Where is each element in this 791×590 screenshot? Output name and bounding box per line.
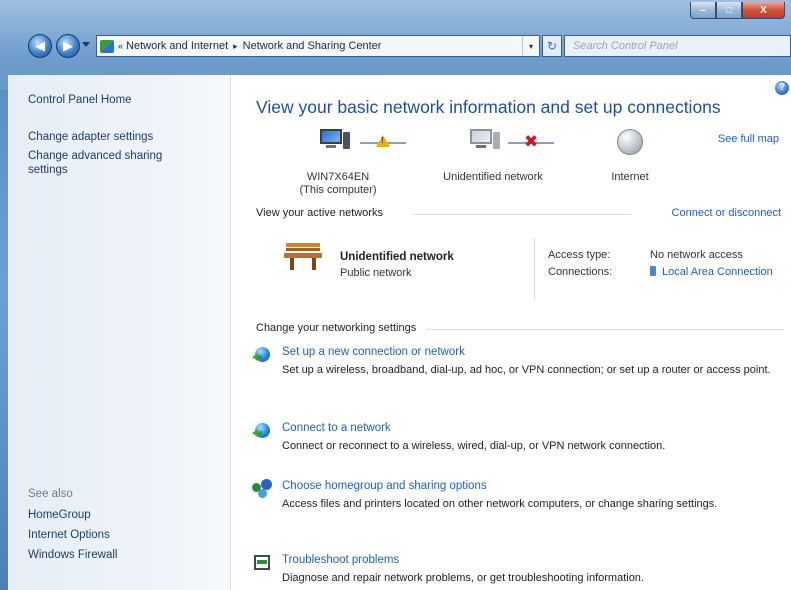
see-full-map-link[interactable]: See full map (718, 133, 779, 145)
internet-label: Internet (611, 171, 649, 183)
set-up-new-connection-link[interactable]: Set up a new connection or network (282, 345, 782, 360)
internet-options-link[interactable]: Internet Options (28, 528, 208, 542)
active-networks-heading: View your active networks (256, 207, 383, 219)
access-type-label: Access type: (548, 249, 611, 261)
see-also-heading: See also (28, 488, 73, 500)
networking-settings-heading: Change your networking settings (256, 322, 417, 334)
minimize-button[interactable]: – (690, 2, 716, 19)
connect-to-network-link[interactable]: Connect to a network (282, 421, 782, 436)
recent-pages-dropdown[interactable] (82, 42, 90, 47)
main-pane: ? View your basic network information an… (230, 75, 791, 590)
section-divider (412, 214, 632, 215)
control-panel-icon (100, 39, 114, 53)
back-button[interactable]: ◀ (28, 34, 52, 58)
task-description: Diagnose and repair network problems, or… (282, 572, 644, 584)
refresh-button[interactable]: ↻ (542, 35, 562, 57)
window-edge (0, 90, 8, 590)
homegroup-icon (252, 479, 274, 499)
address-bar[interactable]: « Network and Internet ▸ Network and Sha… (96, 35, 540, 57)
warning-mark: ! (381, 136, 384, 145)
computer-sub: (This computer) (299, 184, 377, 196)
window-controls: – □ X (690, 2, 785, 20)
task-new-connection: Set up a new connection or network Set u… (252, 345, 782, 378)
network-map: ! ✖ WIN7X64EN (This computer) Unidentifi… (256, 123, 791, 196)
task-troubleshoot: Troubleshoot problems Diagnose and repai… (254, 553, 782, 586)
forward-button[interactable]: ▶ (56, 34, 80, 58)
local-area-connection-link[interactable]: Local Area Connection (662, 266, 773, 278)
homegroup-sharing-options-link[interactable]: Choose homegroup and sharing options (282, 479, 782, 494)
window-frame: – □ X ◀ ▶ « Network and Internet ▸ Netwo… (0, 0, 791, 590)
address-dropdown-button[interactable]: ▾ (522, 36, 539, 56)
task-description: Connect or reconnect to a wireless, wire… (282, 440, 666, 452)
breadcrumb-network-and-internet[interactable]: Network and Internet (126, 40, 228, 52)
section-divider (426, 329, 784, 330)
troubleshoot-icon (252, 553, 274, 573)
windows-firewall-link[interactable]: Windows Firewall (28, 548, 208, 562)
homegroup-link[interactable]: HomeGroup (28, 508, 208, 522)
task-homegroup: Choose homegroup and sharing options Acc… (252, 479, 782, 512)
computer-name: WIN7X64EN (306, 171, 370, 183)
network-name: Unidentified network (340, 251, 454, 263)
access-type-value: No network access (650, 249, 743, 261)
task-description: Access files and printers located on oth… (282, 498, 718, 510)
close-button[interactable]: X (742, 2, 785, 19)
network-location-type[interactable]: Public network (340, 267, 412, 279)
network-divider (534, 238, 535, 300)
content-area: Control Panel Home Change adapter settin… (8, 75, 791, 590)
network-label: Unidentified network (443, 171, 543, 183)
navigation-bar: ◀ ▶ « Network and Internet ▸ Network and… (20, 34, 791, 60)
maximize-button[interactable]: □ (716, 2, 742, 19)
change-adapter-settings-link[interactable]: Change adapter settings (28, 130, 208, 144)
breadcrumb-network-and-sharing-center[interactable]: Network and Sharing Center (243, 40, 382, 52)
connections-value[interactable]: Local Area Connection (650, 266, 773, 278)
connect-network-icon (252, 421, 274, 441)
connections-label: Connections: (548, 266, 613, 278)
change-advanced-sharing-link[interactable]: Change advanced sharing settings (28, 149, 188, 177)
control-panel-home-link[interactable]: Control Panel Home (28, 93, 208, 107)
computer-icon[interactable] (318, 129, 350, 155)
task-description: Set up a wireless, broadband, dial-up, a… (282, 364, 771, 376)
connect-or-disconnect-link[interactable]: Connect or disconnect (672, 207, 781, 219)
help-icon[interactable]: ? (775, 81, 789, 95)
breadcrumb-overflow[interactable]: « (118, 41, 123, 51)
sidebar: Control Panel Home Change adapter settin… (8, 75, 231, 590)
breadcrumb-separator[interactable]: ▸ (233, 41, 238, 52)
troubleshoot-problems-link[interactable]: Troubleshoot problems (282, 553, 782, 568)
computer-label: WIN7X64EN (This computer) (288, 171, 388, 197)
globe-icon[interactable] (617, 129, 643, 155)
page-title: View your basic network information and … (256, 97, 721, 117)
network-computer-icon[interactable] (468, 129, 500, 155)
network-adapter-icon (650, 266, 656, 276)
error-x-icon[interactable]: ✖ (524, 132, 538, 152)
public-network-bench-icon[interactable] (284, 243, 322, 271)
search-input[interactable]: Search Control Panel (564, 35, 791, 57)
task-connect: Connect to a network Connect or reconnec… (252, 421, 782, 454)
new-connection-icon (252, 345, 274, 365)
